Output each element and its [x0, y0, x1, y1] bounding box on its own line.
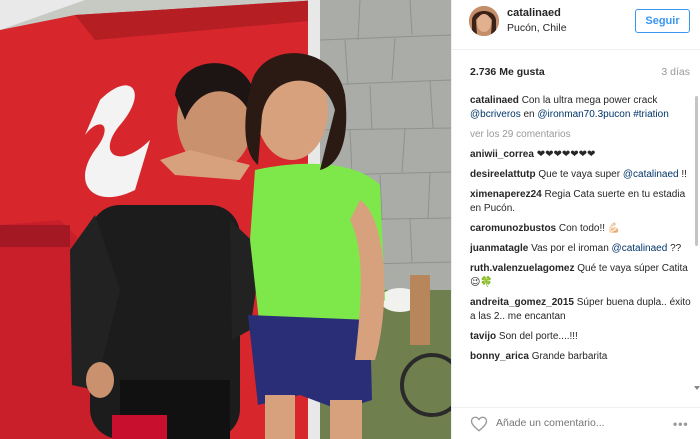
- comment-mention[interactable]: @catalinaed: [623, 169, 679, 180]
- scroll-down-arrow-icon[interactable]: [694, 386, 700, 390]
- view-all-comments-link[interactable]: ver los 29 comentarios: [470, 128, 692, 142]
- post-location[interactable]: Pucón, Chile: [507, 22, 567, 34]
- post-header: catalinaed Pucón, Chile Seguir: [452, 0, 700, 50]
- post-username[interactable]: catalinaed: [507, 7, 561, 19]
- likes-count[interactable]: 2.736 Me gusta: [470, 66, 545, 78]
- avatar[interactable]: [469, 6, 499, 36]
- post-photo-image: [0, 0, 451, 439]
- post-details-panel: catalinaed Pucón, Chile Seguir 2.736 Me …: [451, 0, 700, 439]
- caption-mention[interactable]: @bcriveros: [470, 109, 521, 120]
- scrollbar-thumb[interactable]: [695, 96, 698, 246]
- caption-mention[interactable]: @ironman70.3pucon: [537, 109, 630, 120]
- list-item: tavijo Son del porte....!!!: [470, 330, 692, 344]
- list-item: ruth.valenzuelagomez Qué te vaya súper C…: [470, 262, 692, 290]
- comment-text: Vas por el iroman: [528, 243, 612, 254]
- comment-username[interactable]: ximenaperez24: [470, 189, 542, 200]
- list-item: ximenaperez24 Regia Cata suerte en tu es…: [470, 188, 692, 216]
- comment-text: Son del porte....!!!: [496, 331, 578, 342]
- list-item: juanmatagle Vas por el iroman @catalinae…: [470, 242, 692, 256]
- comment-username[interactable]: aniwii_correa: [470, 149, 534, 160]
- caption: catalinaed Con la ultra mega power crack…: [470, 94, 692, 122]
- caption-hashtag[interactable]: #triation: [633, 109, 669, 120]
- comment-username[interactable]: andreita_gomez_2015: [470, 297, 574, 308]
- comment-mention[interactable]: @catalinaed: [612, 243, 668, 254]
- list-item: aniwii_correa ❤❤❤❤❤❤❤: [470, 148, 692, 162]
- heart-icon[interactable]: [470, 415, 488, 433]
- comment-text: Grande barbarita: [528, 351, 608, 362]
- comment-username[interactable]: ruth.valenzuelagomez: [470, 263, 574, 274]
- comments-list[interactable]: catalinaed Con la ultra mega power crack…: [470, 94, 692, 394]
- comment-username[interactable]: juanmatagle: [470, 243, 528, 254]
- post-stats: 2.736 Me gusta 3 días: [470, 66, 690, 80]
- comment-text: !!: [678, 169, 687, 180]
- list-item: desireelattutp Que te vaya super @catali…: [470, 168, 692, 182]
- comment-text: Con todo!! 💪🏻: [556, 223, 621, 234]
- post-time[interactable]: 3 días: [661, 66, 690, 78]
- comment-username[interactable]: desireelattutp: [470, 169, 536, 180]
- caption-username[interactable]: catalinaed: [470, 95, 519, 106]
- comment-username[interactable]: bonny_arica: [470, 351, 529, 362]
- list-item: bonny_arica Grande barbarita: [470, 350, 692, 364]
- comment-footer: •••: [452, 407, 700, 439]
- caption-text: en: [520, 109, 538, 120]
- caption-text: Con la ultra mega power crack: [518, 95, 658, 106]
- add-comment-input[interactable]: [496, 417, 676, 429]
- post-photo[interactable]: [0, 0, 451, 439]
- comment-username[interactable]: caromunozbustos: [470, 223, 556, 234]
- more-options-icon[interactable]: •••: [673, 417, 689, 431]
- comment-text: Que te vaya super: [535, 169, 623, 180]
- comment-text: ??: [667, 243, 682, 254]
- comment-text: ❤❤❤❤❤❤❤: [533, 149, 596, 160]
- follow-button[interactable]: Seguir: [635, 9, 690, 33]
- comment-username[interactable]: tavijo: [470, 331, 496, 342]
- list-item: caromunozbustos Con todo!! 💪🏻: [470, 222, 692, 236]
- list-item: andreita_gomez_2015 Súper buena dupla.. …: [470, 296, 692, 324]
